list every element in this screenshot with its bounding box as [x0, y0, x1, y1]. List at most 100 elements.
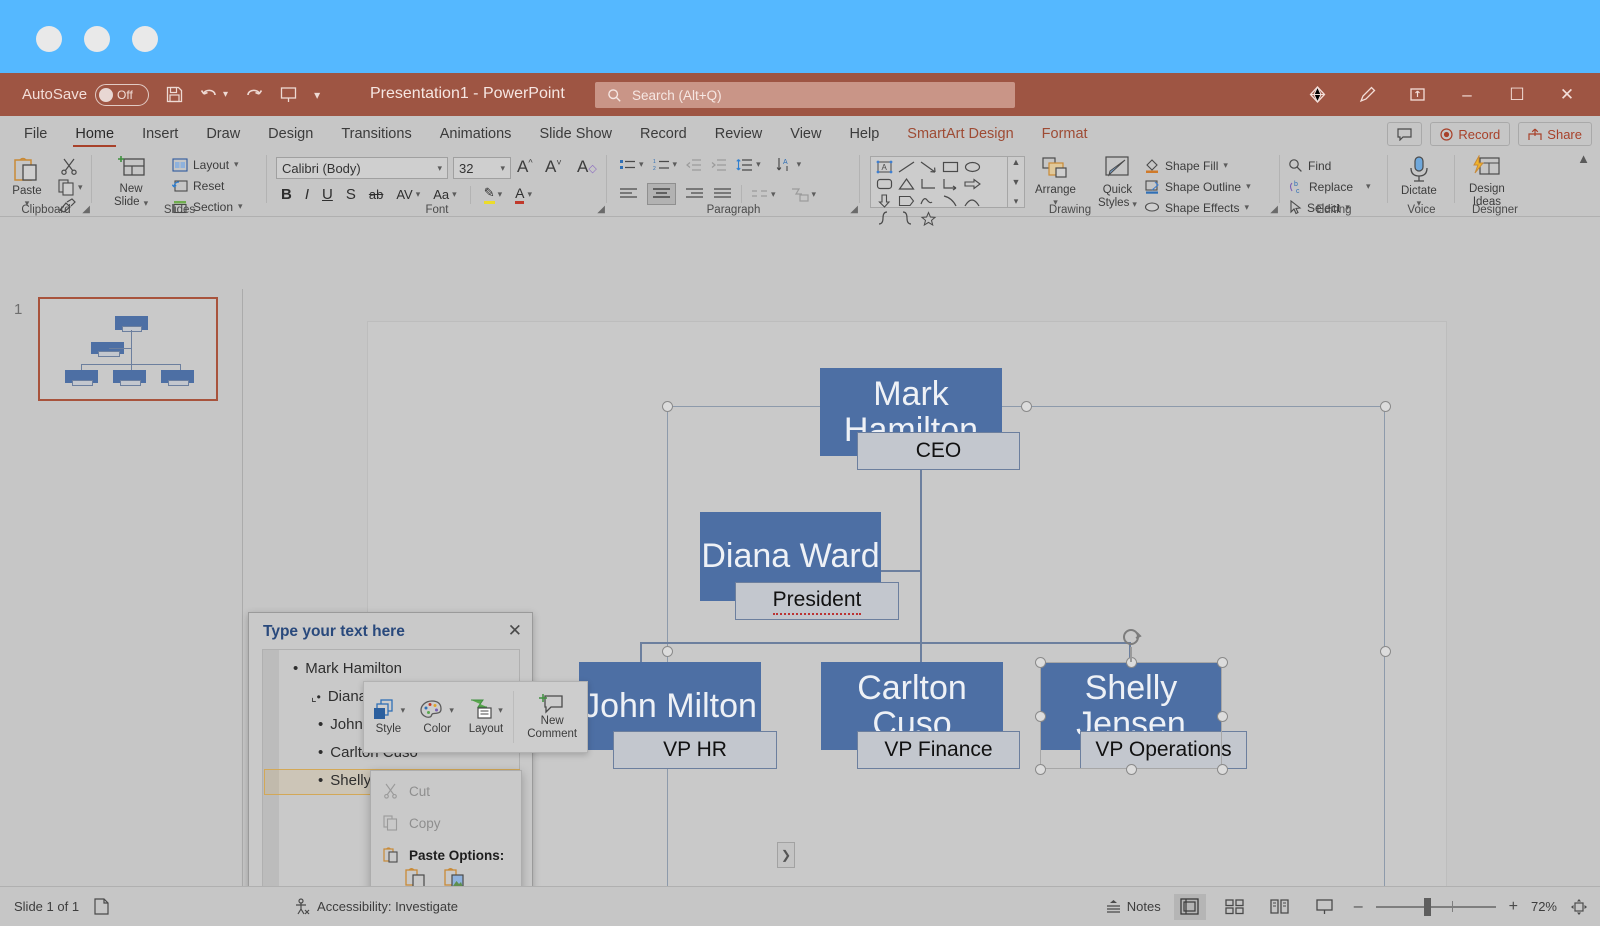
tab-format[interactable]: Format [1028, 122, 1102, 149]
os-window-buttons[interactable] [36, 26, 158, 52]
undo-icon[interactable] [200, 86, 219, 103]
align-right-button[interactable] [685, 187, 704, 201]
slide-sorter-view-button[interactable] [1219, 894, 1251, 920]
convert-to-smartart-button[interactable]: ▾ [791, 187, 816, 202]
mini-layout-button[interactable]: ▾ Layout [462, 699, 511, 736]
close-icon[interactable]: ✕ [508, 621, 522, 641]
tab-review[interactable]: Review [701, 122, 777, 149]
tab-transitions[interactable]: Transitions [327, 122, 425, 149]
node-handle-top-center[interactable] [1126, 657, 1137, 668]
node-handle-bottom-right[interactable] [1217, 764, 1228, 775]
chevron-down-icon[interactable]: ▾ [452, 189, 457, 200]
new-slide-button[interactable]: New Slide ▾ [114, 155, 148, 209]
mini-color-button[interactable]: ▾ Color [413, 699, 462, 736]
chevron-down-icon[interactable]: ▾ [1223, 160, 1228, 171]
font-size-combobox[interactable]: 32 ▾ [453, 157, 511, 179]
tab-animations[interactable]: Animations [426, 122, 526, 149]
ribbon-display-icon[interactable] [1394, 73, 1440, 116]
chevron-down-icon[interactable]: ▾ [437, 163, 442, 174]
redo-icon[interactable] [244, 86, 263, 103]
cut-button[interactable] [60, 157, 78, 175]
chevron-down-icon[interactable]: ▾ [498, 705, 503, 716]
org-node-title-1[interactable]: CEO [857, 432, 1020, 470]
resize-handle-top-right[interactable] [1380, 401, 1391, 412]
chevron-down-icon[interactable]: ▾ [500, 163, 505, 174]
layout-button[interactable]: Layout ▾ [172, 155, 239, 174]
pen-icon[interactable] [1344, 73, 1390, 116]
chevron-down-icon[interactable]: ▾ [401, 705, 406, 716]
chevron-down-icon[interactable]: ▾ [1366, 181, 1371, 192]
increase-font-size-button[interactable]: A^ [517, 157, 533, 177]
text-highlight-button[interactable]: ✎ [483, 185, 495, 204]
maximize-window-dot[interactable] [132, 26, 158, 52]
restore-button[interactable]: ☐ [1494, 73, 1540, 116]
zoom-slider-thumb[interactable] [1423, 897, 1431, 916]
strikethrough-button[interactable]: ab [369, 187, 383, 202]
copy-dropdown-icon[interactable]: ▾ [78, 182, 83, 193]
node-handle-bottom-left[interactable] [1035, 764, 1046, 775]
tab-home[interactable]: Home [61, 122, 128, 149]
autosave-control[interactable]: AutoSave Off [22, 83, 150, 106]
tab-help[interactable]: Help [835, 122, 893, 149]
align-center-button[interactable] [647, 183, 676, 205]
zoom-out-button[interactable]: – [1354, 898, 1363, 916]
font-dialog-launcher[interactable]: ◢ [597, 204, 605, 215]
line-spacing-button[interactable]: ▾ [736, 158, 761, 172]
node-handle-top-right[interactable] [1217, 657, 1228, 668]
reset-button[interactable]: Reset [172, 176, 224, 195]
design-ideas-button[interactable]: Design Ideas [1469, 155, 1505, 209]
smartart-selection-frame[interactable] [662, 401, 1391, 902]
drawing-dialog-launcher[interactable]: ◢ [1270, 204, 1278, 215]
tab-view[interactable]: View [776, 122, 835, 149]
notes-page-icon[interactable] [93, 898, 109, 915]
resize-handle-middle-left[interactable] [662, 646, 673, 657]
resize-handle-middle-right[interactable] [1380, 646, 1391, 657]
node-handle-bottom-center[interactable] [1126, 764, 1137, 775]
customize-qat-icon[interactable]: ▾ [314, 88, 320, 102]
font-family-combobox[interactable]: Calibri (Body) ▾ [276, 157, 448, 179]
tab-file[interactable]: File [10, 122, 61, 149]
org-node-title-2[interactable]: President [735, 582, 899, 620]
text-direction-button[interactable]: A ▾ [776, 157, 801, 172]
node-handle-top-left[interactable] [1035, 657, 1046, 668]
layout-dropdown-icon[interactable]: ▾ [234, 159, 239, 170]
close-window-dot[interactable] [36, 26, 62, 52]
numbering-button[interactable]: 1 2 ▾ [653, 158, 678, 172]
minimize-button[interactable]: – [1444, 73, 1490, 116]
save-icon[interactable] [165, 85, 184, 104]
replace-button[interactable]: bc Replace ▾ [1288, 177, 1371, 196]
fit-to-window-icon[interactable] [1570, 898, 1588, 916]
present-icon[interactable] [279, 85, 298, 104]
paste-button[interactable]: Paste ▾ [12, 155, 42, 209]
accessibility-status[interactable]: Accessibility: Investigate [293, 898, 458, 915]
tab-design[interactable]: Design [254, 122, 327, 149]
node-handle-middle-left[interactable] [1035, 711, 1046, 722]
change-case-button[interactable]: Aa [433, 187, 449, 202]
rotate-handle[interactable] [1120, 626, 1144, 650]
italic-button[interactable]: I [305, 186, 309, 203]
character-spacing-button[interactable]: AV [396, 187, 412, 202]
resize-handle-top-left[interactable] [662, 401, 673, 412]
node-selection-box[interactable] [1035, 657, 1228, 775]
clipboard-dialog-launcher[interactable]: ◢ [82, 204, 90, 215]
bullets-button[interactable]: ▾ [619, 158, 644, 172]
mini-new-comment-button[interactable]: New Comment [517, 693, 587, 740]
slide-thumbnail-1[interactable] [38, 297, 218, 401]
chevron-down-icon[interactable]: ▾ [449, 705, 454, 716]
tab-draw[interactable]: Draw [192, 122, 254, 149]
resize-handle-top-center[interactable] [1021, 401, 1032, 412]
tab-slide-show[interactable]: Slide Show [525, 122, 626, 149]
org-node-title-4[interactable]: VP Finance [857, 731, 1020, 769]
autosave-toggle[interactable]: Off [95, 83, 150, 106]
zoom-slider[interactable] [1375, 897, 1496, 916]
reading-view-button[interactable] [1264, 894, 1296, 920]
normal-view-button[interactable] [1173, 893, 1206, 920]
copy-button[interactable]: ▾ [58, 179, 83, 196]
justify-button[interactable] [713, 187, 732, 201]
font-color-button[interactable]: A [515, 185, 525, 204]
quick-styles-button[interactable]: Quick Styles ▾ [1098, 156, 1137, 210]
notes-button[interactable]: Notes [1105, 899, 1161, 914]
align-left-button[interactable] [619, 187, 638, 201]
shapes-scroll-down[interactable]: ▼ [1012, 177, 1021, 187]
decrease-font-size-button[interactable]: A˅ [545, 157, 562, 177]
